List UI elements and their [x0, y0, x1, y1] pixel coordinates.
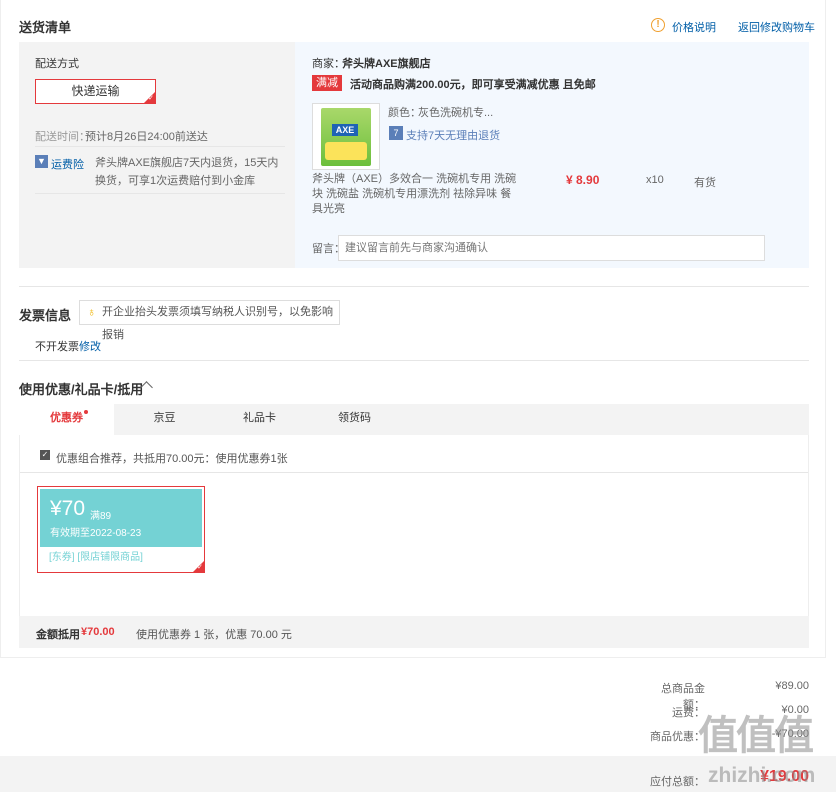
invoice-title: 发票信息 — [19, 308, 72, 323]
product-quantity: x10 — [646, 174, 664, 186]
product-price: ¥ 8.90 — [566, 173, 600, 187]
shipping-insurance-link[interactable]: 运费险 — [51, 156, 84, 172]
discount-tabs: 优惠券 京豆 礼品卡 领货码 — [19, 404, 809, 435]
combo-checkbox[interactable]: ✓ — [40, 450, 50, 460]
express-shipping-button[interactable]: 快递运输 ✓ — [35, 79, 156, 104]
shipping-fee-label: 运费： — [672, 707, 705, 719]
promo-text: 活动商品购满200.00元，即可享受满减优惠 且免邮 — [350, 79, 596, 91]
watermark-text: zhizhi.com — [708, 764, 816, 787]
shield-icon: ▼ — [35, 155, 48, 168]
color-label: 颜色： — [388, 107, 421, 119]
notification-dot — [84, 410, 88, 414]
remark-input[interactable] — [338, 235, 765, 261]
payable-label: 应付总额： — [650, 776, 705, 788]
combo-text: 优惠组合推荐，共抵用70.00元：使用优惠券1张 — [56, 453, 288, 465]
brand-logo: AXE — [332, 124, 358, 136]
delivery-time-value: 预计8月26日24:00前送达 — [85, 131, 208, 143]
delivery-time-label: 配送时间： — [35, 131, 90, 143]
invoice-tip: ♁ 开企业抬头发票须填写纳税人识别号，以免影响报销 — [79, 300, 340, 341]
stock-status: 有货 — [694, 177, 716, 189]
promo-tag: 满减 — [312, 75, 342, 91]
invoice-value: 不开发票 — [35, 341, 79, 353]
coupon-top: ¥70 满89 有效期至2022-08-23 — [40, 489, 202, 547]
insurance-description: 斧头牌AXE旗舰店7天内退货，15天内换货，可享1次运费赔付到小金库 — [95, 157, 279, 187]
seller-name: 斧头牌AXE旗舰店 — [342, 58, 431, 70]
return-policy-icon: 7 — [389, 126, 403, 140]
coupon-amount: ¥70 — [50, 497, 86, 520]
tab-jingdou[interactable]: 京豆 — [117, 404, 212, 435]
color-value: 灰色洗碗机专... — [418, 107, 494, 119]
delivery-list-title: 送货清单 — [19, 20, 72, 35]
tab-redeem-code[interactable]: 领货码 — [307, 404, 402, 435]
coupon-scope: [东券] [限店铺限商品] — [40, 547, 202, 570]
discount-title: 使用优惠/礼品卡/抵用 — [19, 382, 144, 397]
coupon-card[interactable]: ¥70 满89 有效期至2022-08-23 [东券] [限店铺限商品] ✓ — [37, 486, 205, 573]
deduct-value: ¥70.00 — [81, 626, 115, 638]
price-info-link[interactable]: 价格说明 — [672, 19, 716, 35]
divider — [35, 146, 285, 147]
divider — [35, 193, 285, 194]
watermark-logo: 值值值 — [698, 714, 814, 758]
deduct-detail: 使用优惠券 1 张，优惠 70.00 元 — [136, 629, 292, 641]
tab-coupons-label: 优惠券 — [50, 412, 83, 424]
tab-gift-card[interactable]: 礼品卡 — [212, 404, 307, 435]
check-icon: ✓ — [148, 95, 154, 102]
section-divider — [19, 286, 809, 287]
seller-label: 商家： — [312, 58, 345, 70]
total-value: ¥89.00 — [775, 680, 809, 692]
express-shipping-label: 快递运输 — [71, 84, 120, 98]
check-icon: ✓ — [197, 564, 203, 571]
product-label-graphic — [325, 142, 367, 160]
coupon-validity: 有效期至2022-08-23 — [50, 528, 142, 539]
product-name-link[interactable]: 斧头牌（AXE）多效合一 洗碗机专用 洗碗块 洗碗盐 洗碗机专用漂洗剂 祛除异味… — [312, 172, 520, 217]
tab-coupons[interactable]: 优惠券 — [19, 404, 114, 435]
deduct-label: 金额抵用 — [36, 629, 80, 641]
shipping-method-title: 配送方式 — [35, 58, 79, 70]
section-divider — [19, 360, 809, 361]
divider — [20, 472, 808, 473]
return-policy-text: 支持7天无理由退货 — [406, 130, 501, 142]
product-image[interactable]: AXE — [312, 103, 380, 170]
product-discount-label: 商品优惠： — [650, 731, 705, 743]
back-to-cart-link[interactable]: 返回修改购物车 — [738, 19, 815, 35]
lightbulb-icon: ♁ — [87, 305, 96, 319]
coupon-condition: 满89 — [90, 511, 112, 522]
invoice-edit-link[interactable]: 修改 — [79, 338, 101, 354]
info-icon: ! — [651, 18, 665, 32]
